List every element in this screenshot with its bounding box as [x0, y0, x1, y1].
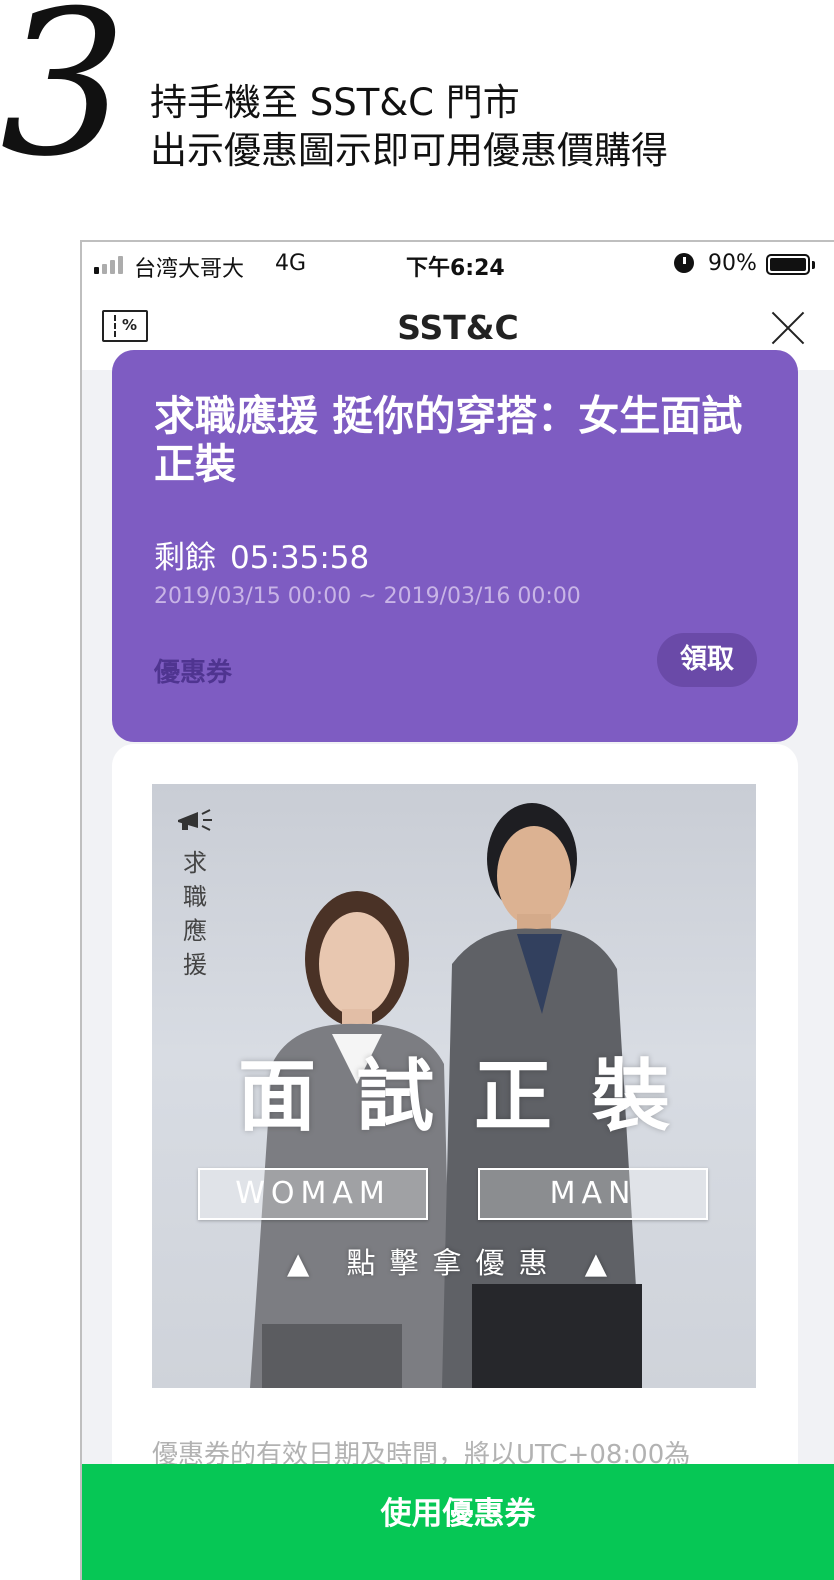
step-instruction-line-2: 出示優惠圖示即可用優惠價購得 — [150, 129, 668, 172]
men-button[interactable]: MAN — [478, 1168, 708, 1220]
coupon-title: 求職應援 挺你的穿搭：女生面試正裝 — [154, 392, 743, 488]
countdown: 剩餘 05:35:58 — [154, 532, 369, 577]
remaining-label: 剩餘 — [154, 540, 216, 576]
status-time: 下午6:24 — [406, 256, 505, 281]
promo-banner-image[interactable]: 求職應援 面試正裝 WOMAM MAN ▲ 點擊拿優惠 ▲ — [152, 784, 756, 1388]
battery-percent: 90% — [708, 251, 757, 276]
coupon-card: 求職應援 挺你的穿搭：女生面試正裝 剩餘 05:35:58 2019/03/15 … — [112, 350, 798, 742]
banner-cta: ▲ 點擊拿優惠 ▲ — [286, 1246, 622, 1280]
remaining-time: 05:35:58 — [230, 540, 370, 576]
phone-screen: 台湾大哥大 4G 下午6:24 90% % SST&C 求職應援 挺你的穿搭：女… — [80, 240, 834, 1580]
megaphone-icon — [178, 809, 212, 831]
page-title: SST&C — [397, 308, 519, 347]
step-number: 3 — [0, 0, 128, 201]
step-instruction-line-1: 持手機至 SST&C 門市 — [150, 81, 520, 124]
alarm-icon — [674, 253, 694, 273]
women-button[interactable]: WOMAM — [198, 1168, 428, 1220]
banner-vertical-text: 求職應援 — [183, 849, 207, 979]
status-bar: 台湾大哥大 4G 下午6:24 90% — [82, 242, 834, 288]
coupon-detail-card: 求職應援 面試正裝 WOMAM MAN ▲ 點擊拿優惠 ▲ 優惠券的有效日期及時… — [112, 744, 798, 1504]
network-type: 4G — [275, 251, 307, 276]
valid-date-range: 2019/03/15 00:00 ~ 2019/03/16 00:00 — [154, 584, 581, 609]
use-coupon-button[interactable]: 使用優惠券 — [82, 1464, 834, 1580]
battery-icon — [766, 254, 815, 275]
signal-icon — [94, 256, 126, 274]
coupon-type-label: 優惠券 — [154, 658, 233, 688]
close-icon[interactable] — [770, 310, 806, 346]
banner-headline: 面試正裝 — [237, 1052, 710, 1142]
carrier-name: 台湾大哥大 — [134, 257, 245, 282]
claim-button[interactable]: 領取 — [657, 633, 757, 687]
